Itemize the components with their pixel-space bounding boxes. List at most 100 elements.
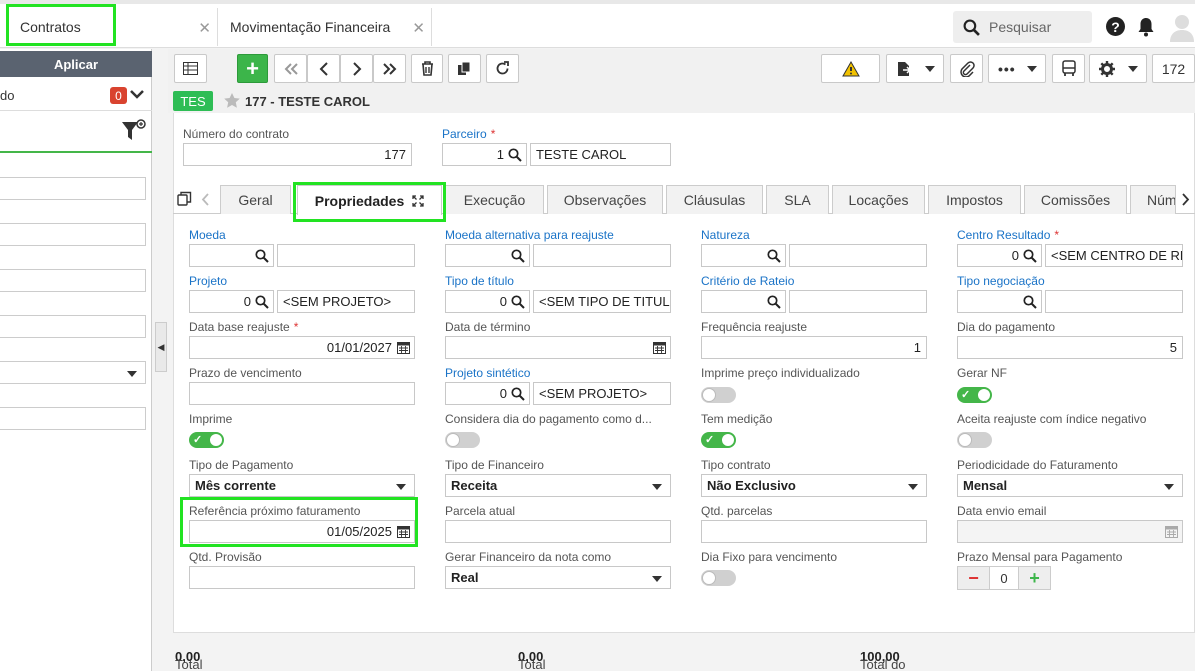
filter-field[interactable] bbox=[0, 177, 146, 200]
prazo-mensal-value[interactable]: 0 bbox=[990, 566, 1018, 590]
parcela-input[interactable] bbox=[445, 520, 671, 543]
projeto-code-input[interactable]: 0 bbox=[189, 290, 274, 313]
last-record-button[interactable] bbox=[373, 54, 406, 83]
help-icon[interactable]: ? bbox=[1106, 17, 1125, 36]
bell-icon[interactable] bbox=[1137, 17, 1155, 37]
considera-toggle[interactable] bbox=[445, 432, 480, 448]
refresh-button[interactable] bbox=[486, 54, 519, 83]
more-actions-button[interactable]: ••• bbox=[988, 54, 1046, 83]
close-icon[interactable]: ✕ bbox=[198, 19, 211, 37]
projeto-label: Projeto bbox=[189, 274, 228, 288]
parceiro-code-input[interactable]: 1 bbox=[442, 143, 527, 166]
data-termino-input[interactable] bbox=[445, 336, 671, 359]
centro-code-input[interactable]: 0 bbox=[957, 244, 1042, 267]
add-button[interactable]: + bbox=[237, 54, 268, 83]
delete-button[interactable] bbox=[411, 54, 443, 83]
tab-clausulas[interactable]: Cláusulas bbox=[666, 185, 763, 214]
filter-field[interactable] bbox=[0, 223, 146, 246]
star-icon[interactable] bbox=[223, 92, 241, 109]
apply-button[interactable]: Aplicar bbox=[0, 51, 152, 77]
chevron-left-icon[interactable] bbox=[201, 193, 210, 206]
filter-selector[interactable]: do 0 bbox=[0, 79, 152, 111]
avatar[interactable] bbox=[1168, 12, 1195, 42]
search-icon[interactable] bbox=[255, 249, 269, 263]
funnel-icon[interactable] bbox=[121, 119, 147, 143]
search-icon[interactable] bbox=[1023, 295, 1037, 309]
search-icon[interactable] bbox=[508, 148, 522, 162]
search-icon[interactable] bbox=[255, 295, 269, 309]
first-record-button[interactable] bbox=[274, 54, 307, 83]
tipo-pag-select[interactable]: Mês corrente bbox=[189, 474, 415, 497]
imprime-toggle[interactable]: ✓ bbox=[189, 432, 224, 448]
filter-select[interactable] bbox=[0, 361, 146, 384]
tipo-neg-code-input[interactable] bbox=[957, 290, 1042, 313]
settings-button[interactable] bbox=[1089, 54, 1147, 83]
data-base-input[interactable]: 01/01/2027 bbox=[189, 336, 415, 359]
tab-propriedades[interactable]: Propriedades bbox=[297, 185, 442, 215]
dia-pag-label: Dia do pagamento bbox=[957, 320, 1056, 334]
prazo-venc-input[interactable] bbox=[189, 382, 415, 405]
tipo-fin-select[interactable]: Receita bbox=[445, 474, 671, 497]
tab-execucao[interactable]: Execução bbox=[445, 185, 544, 214]
tab-geral[interactable]: Geral bbox=[220, 185, 291, 214]
gerar-fin-select[interactable]: Real bbox=[445, 566, 671, 589]
tabs-copy-icon[interactable] bbox=[177, 191, 192, 206]
dia-fixo-toggle[interactable] bbox=[701, 570, 736, 586]
qtd-prov-input[interactable] bbox=[189, 566, 415, 589]
tab-comissoes[interactable]: Comissões bbox=[1024, 185, 1127, 214]
tem-medicao-toggle[interactable]: ✓ bbox=[701, 432, 736, 448]
tipo-contrato-select[interactable]: Não Exclusivo bbox=[701, 474, 927, 497]
imprime-preco-toggle[interactable] bbox=[701, 387, 736, 403]
moeda-code-input[interactable] bbox=[189, 244, 274, 267]
close-icon[interactable]: ✕ bbox=[412, 19, 425, 37]
tab-movimentacao[interactable]: Movimentação Financeira ✕ bbox=[218, 8, 432, 46]
bus-button[interactable] bbox=[1052, 54, 1085, 83]
natureza-code-input[interactable] bbox=[701, 244, 786, 267]
previous-record-button[interactable] bbox=[307, 54, 340, 83]
calendar-icon[interactable] bbox=[397, 341, 410, 354]
moeda-alt-code-input[interactable] bbox=[445, 244, 530, 267]
tab-locacoes[interactable]: Locações bbox=[832, 185, 925, 214]
filter-field[interactable] bbox=[0, 269, 146, 292]
calendar-icon[interactable] bbox=[397, 525, 410, 538]
search-icon[interactable] bbox=[1023, 249, 1037, 263]
tab-impostos[interactable]: Impostos bbox=[928, 185, 1021, 214]
filter-field[interactable] bbox=[0, 315, 146, 338]
copy-button[interactable] bbox=[448, 54, 481, 83]
tab-observacoes[interactable]: Observações bbox=[547, 185, 663, 214]
increment-button[interactable]: + bbox=[1018, 566, 1051, 590]
search-icon[interactable] bbox=[511, 387, 525, 401]
period-select[interactable]: Mensal bbox=[957, 474, 1183, 497]
attach-button[interactable] bbox=[950, 54, 983, 83]
ref-prox-label: Referência próximo faturamento bbox=[189, 504, 361, 518]
tab-contratos[interactable]: Contratos ✕ bbox=[0, 8, 218, 46]
grid-view-button[interactable] bbox=[174, 54, 207, 83]
criterio-code-input[interactable] bbox=[701, 290, 786, 313]
ref-prox-input[interactable]: 01/05/2025 bbox=[189, 520, 415, 543]
search-icon[interactable] bbox=[767, 295, 781, 309]
gerar-nf-toggle[interactable]: ✓ bbox=[957, 387, 992, 403]
panel-collapse-handle[interactable]: ◀ bbox=[155, 322, 167, 372]
tipo-titulo-code-input[interactable]: 0 bbox=[445, 290, 530, 313]
numero-contrato-input[interactable]: 177 bbox=[183, 143, 412, 166]
chevron-right-icon[interactable] bbox=[1181, 193, 1190, 206]
calendar-icon[interactable] bbox=[653, 341, 666, 354]
export-button[interactable] bbox=[886, 54, 944, 83]
aceita-toggle[interactable] bbox=[957, 432, 992, 448]
tab-sla[interactable]: SLA bbox=[766, 185, 829, 214]
qtd-parc-input[interactable] bbox=[701, 520, 927, 543]
freq-input[interactable]: 1 bbox=[701, 336, 927, 359]
search-icon[interactable] bbox=[767, 249, 781, 263]
search-icon[interactable] bbox=[511, 295, 525, 309]
tab-numeracao[interactable]: Núm bbox=[1130, 185, 1176, 214]
expand-icon[interactable] bbox=[412, 194, 424, 207]
proj-sint-code-input[interactable]: 0 bbox=[445, 382, 530, 405]
search-box[interactable]: Pesquisar bbox=[953, 11, 1092, 43]
warning-button[interactable] bbox=[821, 54, 880, 83]
dia-pag-input[interactable]: 5 bbox=[957, 336, 1183, 359]
next-record-button[interactable] bbox=[340, 54, 373, 83]
chevron-down-icon[interactable] bbox=[130, 90, 144, 100]
search-icon[interactable] bbox=[511, 249, 525, 263]
decrement-button[interactable]: − bbox=[957, 566, 990, 590]
filter-field[interactable] bbox=[0, 407, 146, 430]
